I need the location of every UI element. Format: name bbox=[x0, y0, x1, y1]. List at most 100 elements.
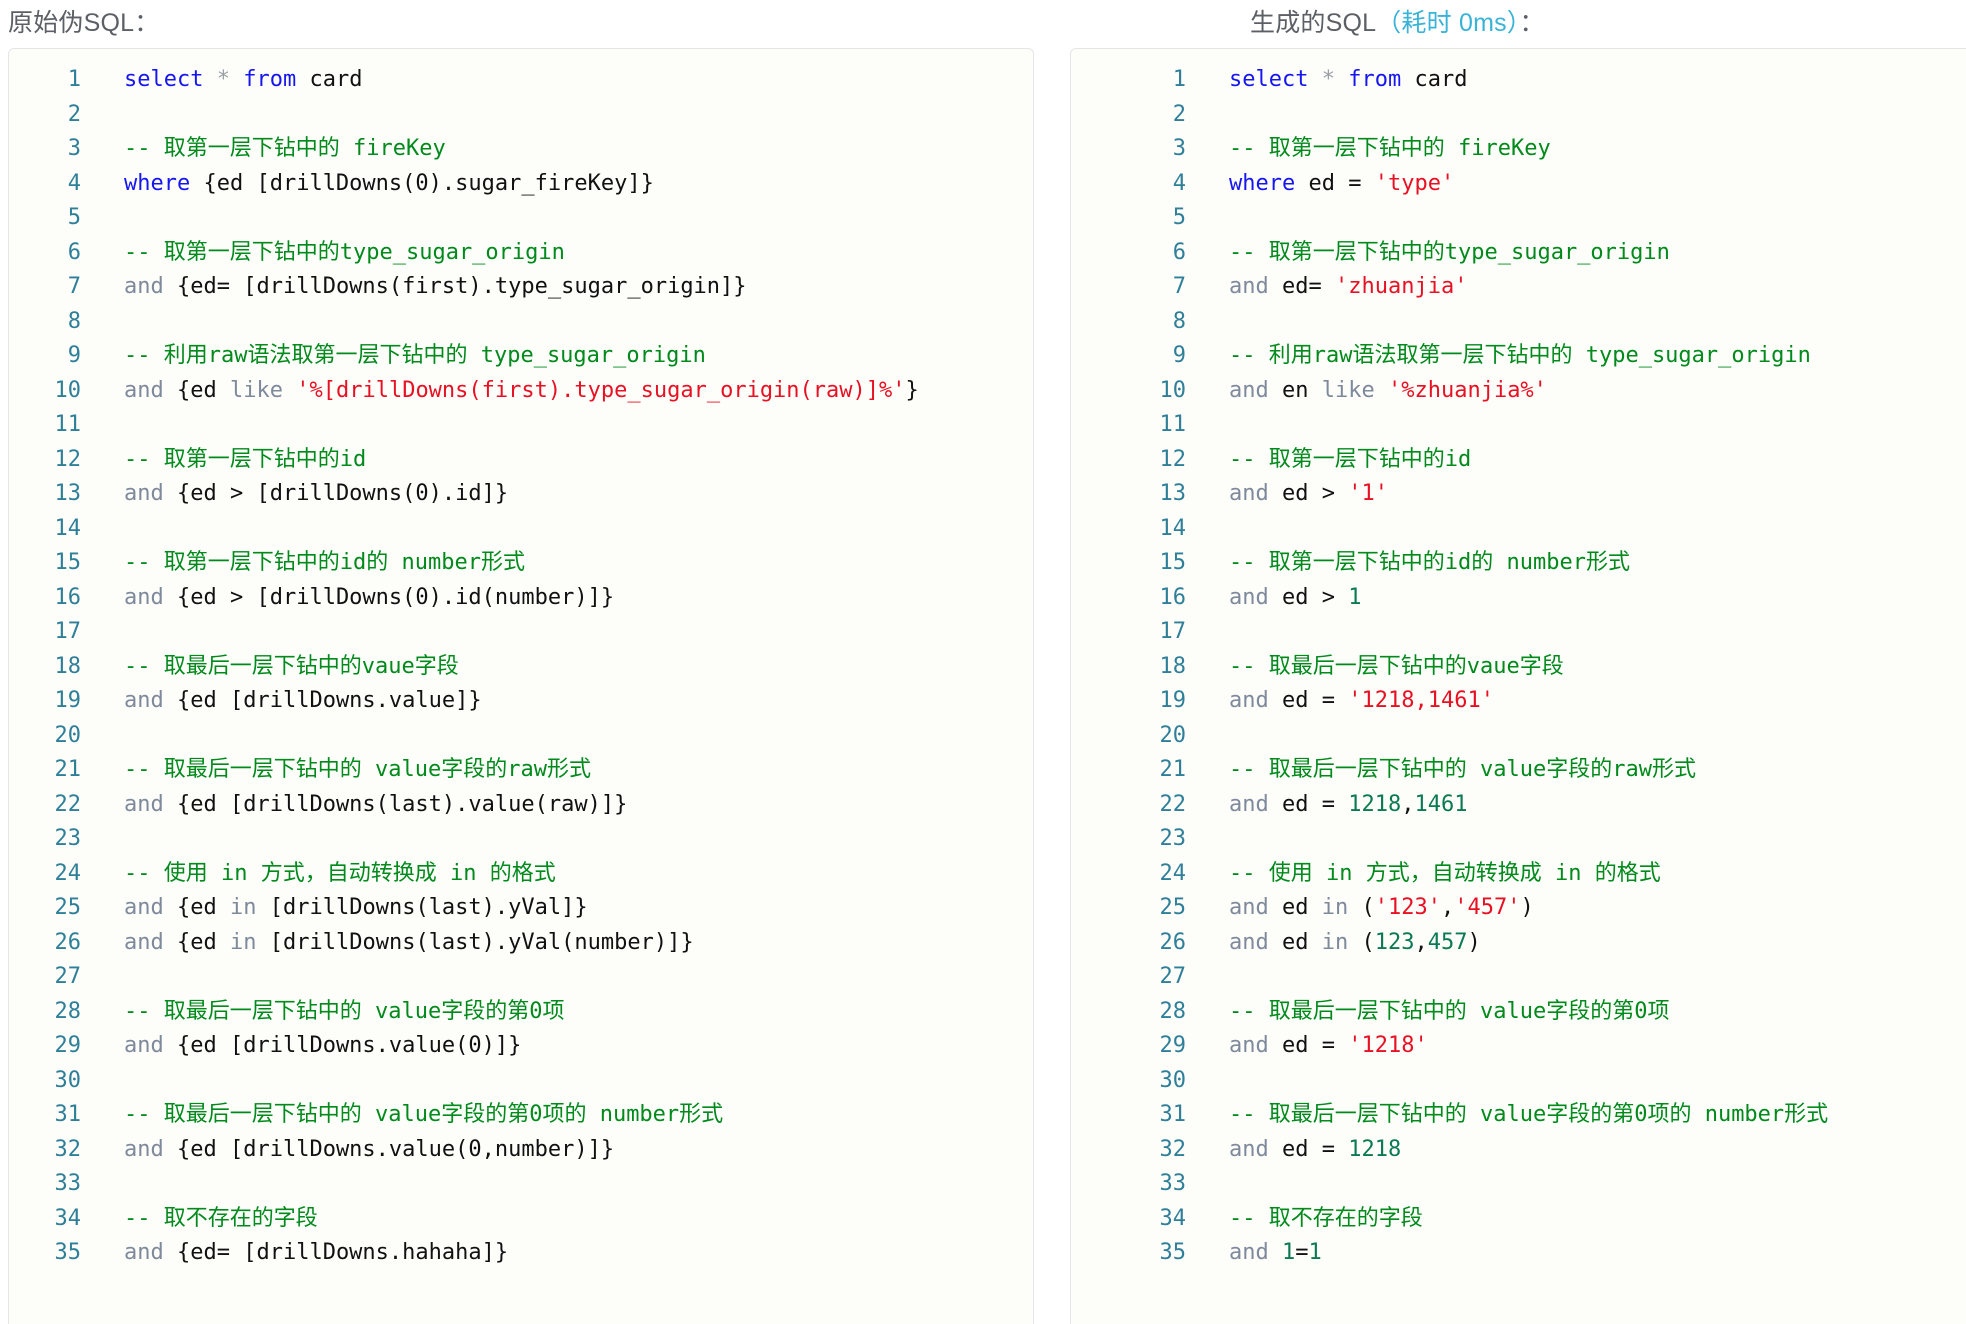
line-number: 15 bbox=[1159, 550, 1187, 575]
code-line: 21 -- 取最后一层下钻中的 value字段的raw形式 bbox=[9, 753, 1033, 788]
token-op: = bbox=[1295, 1240, 1309, 1265]
token-kw2: and bbox=[1229, 929, 1269, 955]
token-op: {ed > [drillDowns(0).id(number)]} bbox=[177, 584, 615, 610]
line-number: 10 bbox=[1159, 377, 1187, 403]
code-line: 26 and {ed in [drillDowns(last).yVal(numb… bbox=[9, 926, 1033, 961]
code-line-text: -- 取第一层下钻中的 fireKey bbox=[1186, 132, 1966, 167]
code-line: 31 -- 取最后一层下钻中的 value字段的第0项的 number形式 bbox=[9, 1098, 1033, 1133]
line-number: 8 bbox=[67, 308, 81, 334]
code-line: 28 -- 取最后一层下钻中的 value字段的第0项 bbox=[9, 995, 1033, 1030]
code-line: 1 select * from card bbox=[9, 63, 1033, 98]
code-line: 33 bbox=[1071, 1167, 1966, 1202]
token-str: '%[drillDowns(first).type_sugar_origin(r… bbox=[296, 377, 906, 403]
token-id: card bbox=[1414, 67, 1468, 92]
token-cmt: -- 取最后一层下钻中的vaue字段 bbox=[1229, 653, 1564, 679]
generated-sql-title-colon: ： bbox=[1519, 9, 1545, 37]
token-kw2: and bbox=[1229, 791, 1269, 817]
line-number: 1 bbox=[1172, 67, 1186, 92]
token-kw2: and bbox=[1229, 688, 1269, 713]
token-cmt: -- 取不存在的字段 bbox=[124, 1205, 318, 1231]
token-op: ( bbox=[1361, 929, 1375, 955]
code-line-text: and ed = 1218,1461 bbox=[1186, 788, 1966, 823]
line-number: 19 bbox=[54, 688, 82, 713]
token-op: > bbox=[1321, 481, 1335, 506]
code-line-text: and {ed [drillDowns.value]} bbox=[81, 684, 1033, 719]
code-line: 34 -- 取不存在的字段 bbox=[1071, 1202, 1966, 1237]
original-sql-code-block[interactable]: 1 select * from card 2 3 -- 取第一层下钻中的 fireKey… bbox=[8, 48, 1034, 1324]
code-line: 23 bbox=[9, 822, 1033, 857]
line-number: 29 bbox=[1159, 1033, 1187, 1058]
code-line-text: and {ed like '%[drillDowns(first).type_s… bbox=[81, 374, 1033, 409]
code-line: 13 and {ed > [drillDowns(0).id]} bbox=[9, 477, 1033, 512]
code-line: 17 bbox=[9, 615, 1033, 650]
token-kw: where bbox=[124, 170, 191, 196]
line-number: 5 bbox=[1172, 205, 1186, 230]
token-kw2: and bbox=[124, 791, 164, 817]
generated-sql-elapsed-time: （耗时 0ms） bbox=[1376, 9, 1520, 37]
line-number: 27 bbox=[54, 964, 82, 989]
token-op: {ed bbox=[177, 895, 217, 920]
line-number: 28 bbox=[54, 998, 82, 1024]
line-number: 18 bbox=[54, 653, 82, 679]
code-line-text: and ed= 'zhuanjia' bbox=[1186, 270, 1966, 305]
token-kw2: and bbox=[1229, 1136, 1269, 1162]
line-number: 11 bbox=[54, 412, 82, 437]
code-line: 9 -- 利用raw语法取第一层下钻中的 type_sugar_origin bbox=[9, 339, 1033, 374]
code-line-text: and {ed in [drillDowns(last).yVal(number… bbox=[81, 926, 1033, 961]
code-line: 5 bbox=[9, 201, 1033, 236]
code-line: 33 bbox=[9, 1167, 1033, 1202]
token-kw2: and bbox=[124, 481, 164, 506]
token-kw: select bbox=[1229, 67, 1309, 92]
code-line-text: -- 使用 in 方式，自动转换成 in 的格式 bbox=[1186, 857, 1966, 892]
line-number: 22 bbox=[1159, 791, 1187, 817]
code-line: 24 -- 使用 in 方式，自动转换成 in 的格式 bbox=[1071, 857, 1966, 892]
line-number: 14 bbox=[1159, 515, 1187, 541]
token-op: = bbox=[1321, 688, 1335, 713]
token-op: ) bbox=[1467, 929, 1481, 955]
code-line-text: -- 取第一层下钻中的id的 number形式 bbox=[81, 546, 1033, 581]
token-kw2: and bbox=[124, 1136, 164, 1162]
line-number: 3 bbox=[1172, 136, 1186, 161]
token-op: = bbox=[1321, 791, 1335, 817]
code-line: 10 and {ed like '%[drillDowns(first).type… bbox=[9, 374, 1033, 409]
line-number: 20 bbox=[54, 722, 82, 748]
token-num: 457 bbox=[1427, 929, 1468, 955]
token-kw2: and bbox=[124, 688, 164, 713]
token-kw2: and bbox=[124, 895, 164, 920]
line-number: 26 bbox=[54, 929, 82, 955]
code-line: 13 and ed > '1' bbox=[1071, 477, 1966, 512]
line-number: 6 bbox=[1172, 239, 1186, 265]
token-kw2: and bbox=[1229, 274, 1269, 299]
code-line: 25 and ed in ('123','457') bbox=[1071, 891, 1966, 926]
line-number: 16 bbox=[1159, 584, 1187, 610]
token-cmt: -- 取最后一层下钻中的vaue字段 bbox=[124, 653, 459, 679]
code-line: 18 -- 取最后一层下钻中的vaue字段 bbox=[1071, 650, 1966, 685]
code-line: 34 -- 取不存在的字段 bbox=[9, 1202, 1033, 1237]
token-op: = bbox=[1321, 1033, 1335, 1058]
code-line-text: -- 取最后一层下钻中的 value字段的第0项的 number形式 bbox=[1186, 1098, 1966, 1133]
token-kw2: and bbox=[1229, 584, 1269, 610]
token-id: ed= bbox=[1282, 274, 1322, 299]
generated-sql-code-block[interactable]: 1 select * from card 2 3 -- 取第一层下钻中的 fireKey… bbox=[1070, 48, 1966, 1324]
code-line: 14 bbox=[9, 512, 1033, 547]
token-id: ed bbox=[1282, 895, 1309, 920]
line-number: 25 bbox=[54, 895, 82, 920]
code-line-text: -- 取最后一层下钻中的 value字段的raw形式 bbox=[81, 753, 1033, 788]
